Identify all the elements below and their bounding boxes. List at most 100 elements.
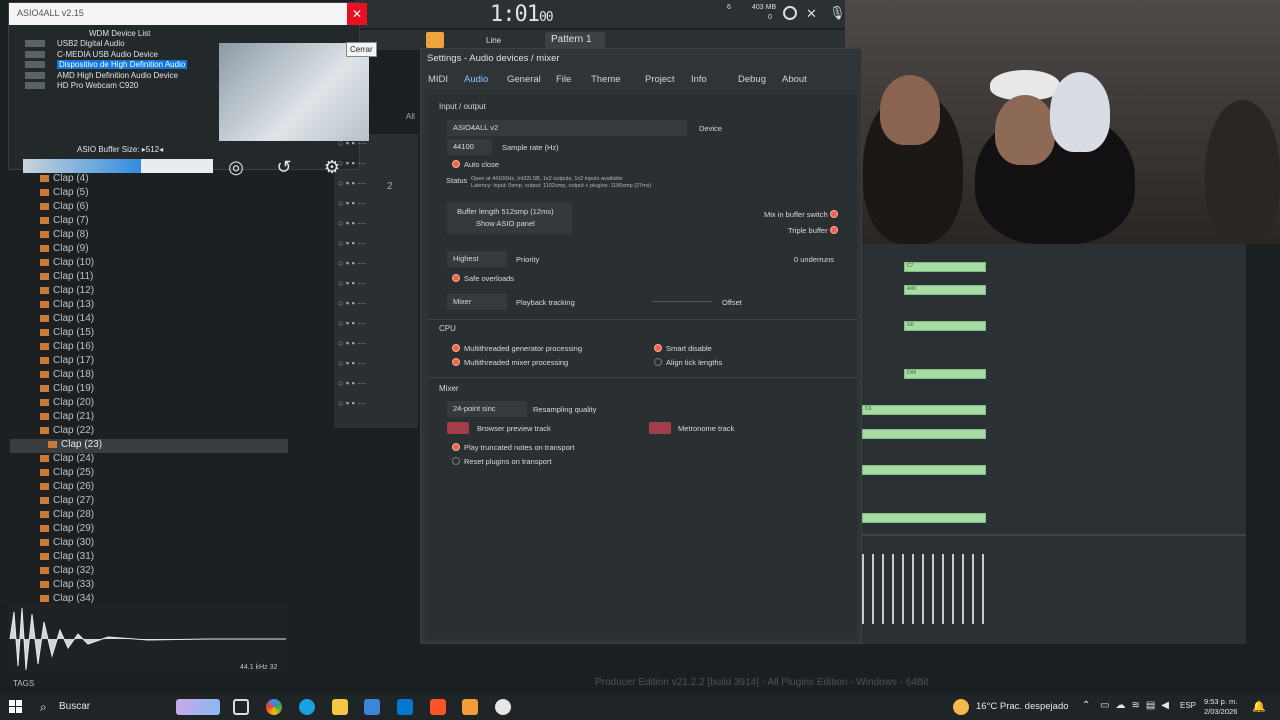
channel-row[interactable]: ○ ▪ ▪ ··· bbox=[338, 298, 366, 308]
device-item[interactable]: USB2 Digital Audio bbox=[57, 39, 125, 48]
pattern-select[interactable]: Pattern 1 bbox=[545, 32, 605, 48]
smart-disable-checkbox[interactable]: Smart disable bbox=[654, 344, 712, 353]
device-toggle[interactable] bbox=[25, 82, 45, 89]
app-icon[interactable] bbox=[495, 699, 511, 715]
browser-item[interactable]: Clap (23) bbox=[10, 439, 288, 453]
browser-item[interactable]: Clap (16) bbox=[40, 341, 94, 355]
note-c6[interactable]: C6 bbox=[862, 405, 986, 415]
browser-item[interactable]: Clap (22) bbox=[40, 425, 94, 439]
language-indicator[interactable]: ESP bbox=[1180, 701, 1196, 710]
browser-item[interactable]: Clap (24) bbox=[40, 453, 94, 467]
note[interactable] bbox=[862, 465, 986, 475]
browser-item[interactable]: Clap (28) bbox=[40, 509, 94, 523]
tab-info[interactable]: Info bbox=[691, 74, 707, 85]
browser-item[interactable]: Clap (4) bbox=[40, 173, 89, 187]
browser-item[interactable]: Clap (18) bbox=[40, 369, 94, 383]
channel-row[interactable]: ○ ▪ ▪ ··· bbox=[338, 338, 366, 348]
channel-filter-all[interactable]: All bbox=[406, 112, 415, 121]
brave-icon[interactable] bbox=[430, 699, 446, 715]
task-view-icon[interactable] bbox=[233, 699, 249, 715]
browser-item[interactable]: Clap (6) bbox=[40, 201, 89, 215]
tab-debug[interactable]: Debug bbox=[738, 74, 766, 85]
note-g6[interactable]: G6 bbox=[904, 321, 986, 331]
channel-row[interactable]: ○ ▪ ▪ ··· bbox=[338, 158, 366, 168]
note[interactable] bbox=[862, 429, 986, 439]
browser-item[interactable]: Clap (30) bbox=[40, 537, 94, 551]
channel-row[interactable]: ○ ▪ ▪ ··· bbox=[338, 378, 366, 388]
note[interactable] bbox=[862, 513, 986, 523]
priority-select[interactable]: Highest bbox=[447, 251, 507, 267]
browser-item[interactable]: Clap (10) bbox=[40, 257, 94, 271]
multithread-mixer-checkbox[interactable]: Multithreaded mixer processing bbox=[452, 358, 568, 367]
device-item[interactable]: AMD High Definition Audio Device bbox=[57, 71, 178, 80]
channel-row[interactable]: ○ ▪ ▪ ··· bbox=[338, 198, 366, 208]
browser-item[interactable]: Clap (20) bbox=[40, 397, 94, 411]
store-icon[interactable] bbox=[364, 699, 380, 715]
browser-item[interactable]: Clap (17) bbox=[40, 355, 94, 369]
browser-preview-track-select[interactable] bbox=[447, 422, 469, 434]
tab-midi[interactable]: MIDI bbox=[428, 74, 448, 85]
play-truncated-checkbox[interactable]: Play truncated notes on transport bbox=[452, 443, 574, 452]
browser-item[interactable]: Clap (13) bbox=[40, 299, 94, 313]
browser-item[interactable]: Clap (8) bbox=[40, 229, 89, 243]
fl-studio-icon[interactable] bbox=[462, 699, 478, 715]
note-ds6[interactable]: D#6 bbox=[904, 369, 986, 379]
search-highlight-image[interactable] bbox=[176, 699, 220, 715]
offset-slider[interactable] bbox=[652, 301, 712, 302]
tray-icons[interactable]: ▭☁≋▤◀ bbox=[1100, 700, 1175, 711]
device-toggle[interactable] bbox=[25, 71, 45, 79]
device-toggle[interactable] bbox=[25, 40, 45, 47]
tab-theme[interactable]: Theme bbox=[591, 74, 621, 85]
triple-buffer-switch[interactable]: Triple buffer bbox=[788, 226, 842, 235]
reset-plugins-checkbox[interactable]: Reset plugins on transport bbox=[452, 457, 552, 466]
tool-mode-select[interactable]: Line bbox=[486, 36, 501, 45]
browser-item[interactable]: Clap (12) bbox=[40, 285, 94, 299]
playback-tracking-select[interactable]: Mixer bbox=[447, 294, 507, 310]
tab-file[interactable]: File bbox=[556, 74, 571, 85]
browser-item[interactable]: Clap (27) bbox=[40, 495, 94, 509]
device-item[interactable]: HD Pro Webcam C920 bbox=[57, 81, 138, 90]
note-as6[interactable]: A#6 bbox=[904, 285, 986, 295]
notification-icon[interactable]: 🔔 bbox=[1252, 700, 1266, 713]
note-c7[interactable]: C7 bbox=[904, 262, 986, 272]
channel-row[interactable]: ○ ▪ ▪ ··· bbox=[338, 398, 366, 408]
browser-item[interactable]: Clap (9) bbox=[40, 243, 89, 257]
chevron-up-icon[interactable]: ⌃ bbox=[1082, 700, 1090, 711]
advanced-options-icon[interactable]: ◎ bbox=[226, 157, 246, 177]
pencil-icon[interactable] bbox=[426, 32, 444, 48]
browser-item[interactable]: Clap (25) bbox=[40, 467, 94, 481]
browser-item[interactable]: Clap (14) bbox=[40, 313, 94, 327]
align-tick-lengths-checkbox[interactable]: Align tick lengths bbox=[654, 358, 722, 367]
piano-roll[interactable]: C7 A#6 G6 D#6 C6 bbox=[862, 244, 1246, 644]
tab-audio[interactable]: Audio bbox=[464, 74, 488, 85]
channel-row[interactable]: ○ ▪ ▪ ··· bbox=[338, 318, 366, 328]
file-explorer-icon[interactable] bbox=[332, 699, 348, 715]
multithread-generator-checkbox[interactable]: Multithreaded generator processing bbox=[452, 344, 582, 353]
device-toggle[interactable] bbox=[25, 50, 45, 58]
tab-general[interactable]: General bbox=[507, 74, 541, 85]
safe-overloads-checkbox[interactable]: Safe overloads bbox=[452, 274, 514, 283]
browser-item[interactable]: Clap (7) bbox=[40, 215, 89, 229]
windows-start-icon[interactable] bbox=[9, 700, 22, 713]
browser-item[interactable]: Clap (11) bbox=[40, 271, 93, 285]
channel-row[interactable]: ○ ▪ ▪ ··· bbox=[338, 138, 366, 148]
channel-row[interactable]: ○ ▪ ▪ ··· bbox=[338, 238, 366, 248]
taskbar-search[interactable]: Buscar bbox=[59, 701, 90, 712]
browser-item[interactable]: Clap (15) bbox=[40, 327, 94, 341]
device-item[interactable]: Dispositivo de High Definition Audio bbox=[57, 60, 188, 69]
browser-item[interactable]: Clap (26) bbox=[40, 481, 94, 495]
tab-about[interactable]: About bbox=[782, 74, 807, 85]
channel-row[interactable]: ○ ▪ ▪ ··· bbox=[338, 278, 366, 288]
device-select[interactable]: ASIO4ALL v2 bbox=[447, 120, 687, 136]
song-time-display[interactable]: 1:0100 bbox=[490, 2, 554, 27]
browser-item[interactable]: Clap (31) bbox=[40, 551, 94, 565]
velocity-lane[interactable] bbox=[862, 554, 986, 624]
browser-item[interactable]: Clap (5) bbox=[40, 187, 89, 201]
buffer-size-slider[interactable] bbox=[23, 159, 213, 173]
device-item[interactable]: C-MEDIA USB Audio Device bbox=[57, 50, 158, 59]
browser-item[interactable]: Clap (29) bbox=[40, 523, 94, 537]
browser-item[interactable]: Clap (19) bbox=[40, 383, 94, 397]
resampling-select[interactable]: 24-point sinc bbox=[447, 401, 527, 417]
close-icon[interactable]: ✕ bbox=[806, 6, 817, 22]
channel-row[interactable]: ○ ▪ ▪ ··· bbox=[338, 218, 366, 228]
